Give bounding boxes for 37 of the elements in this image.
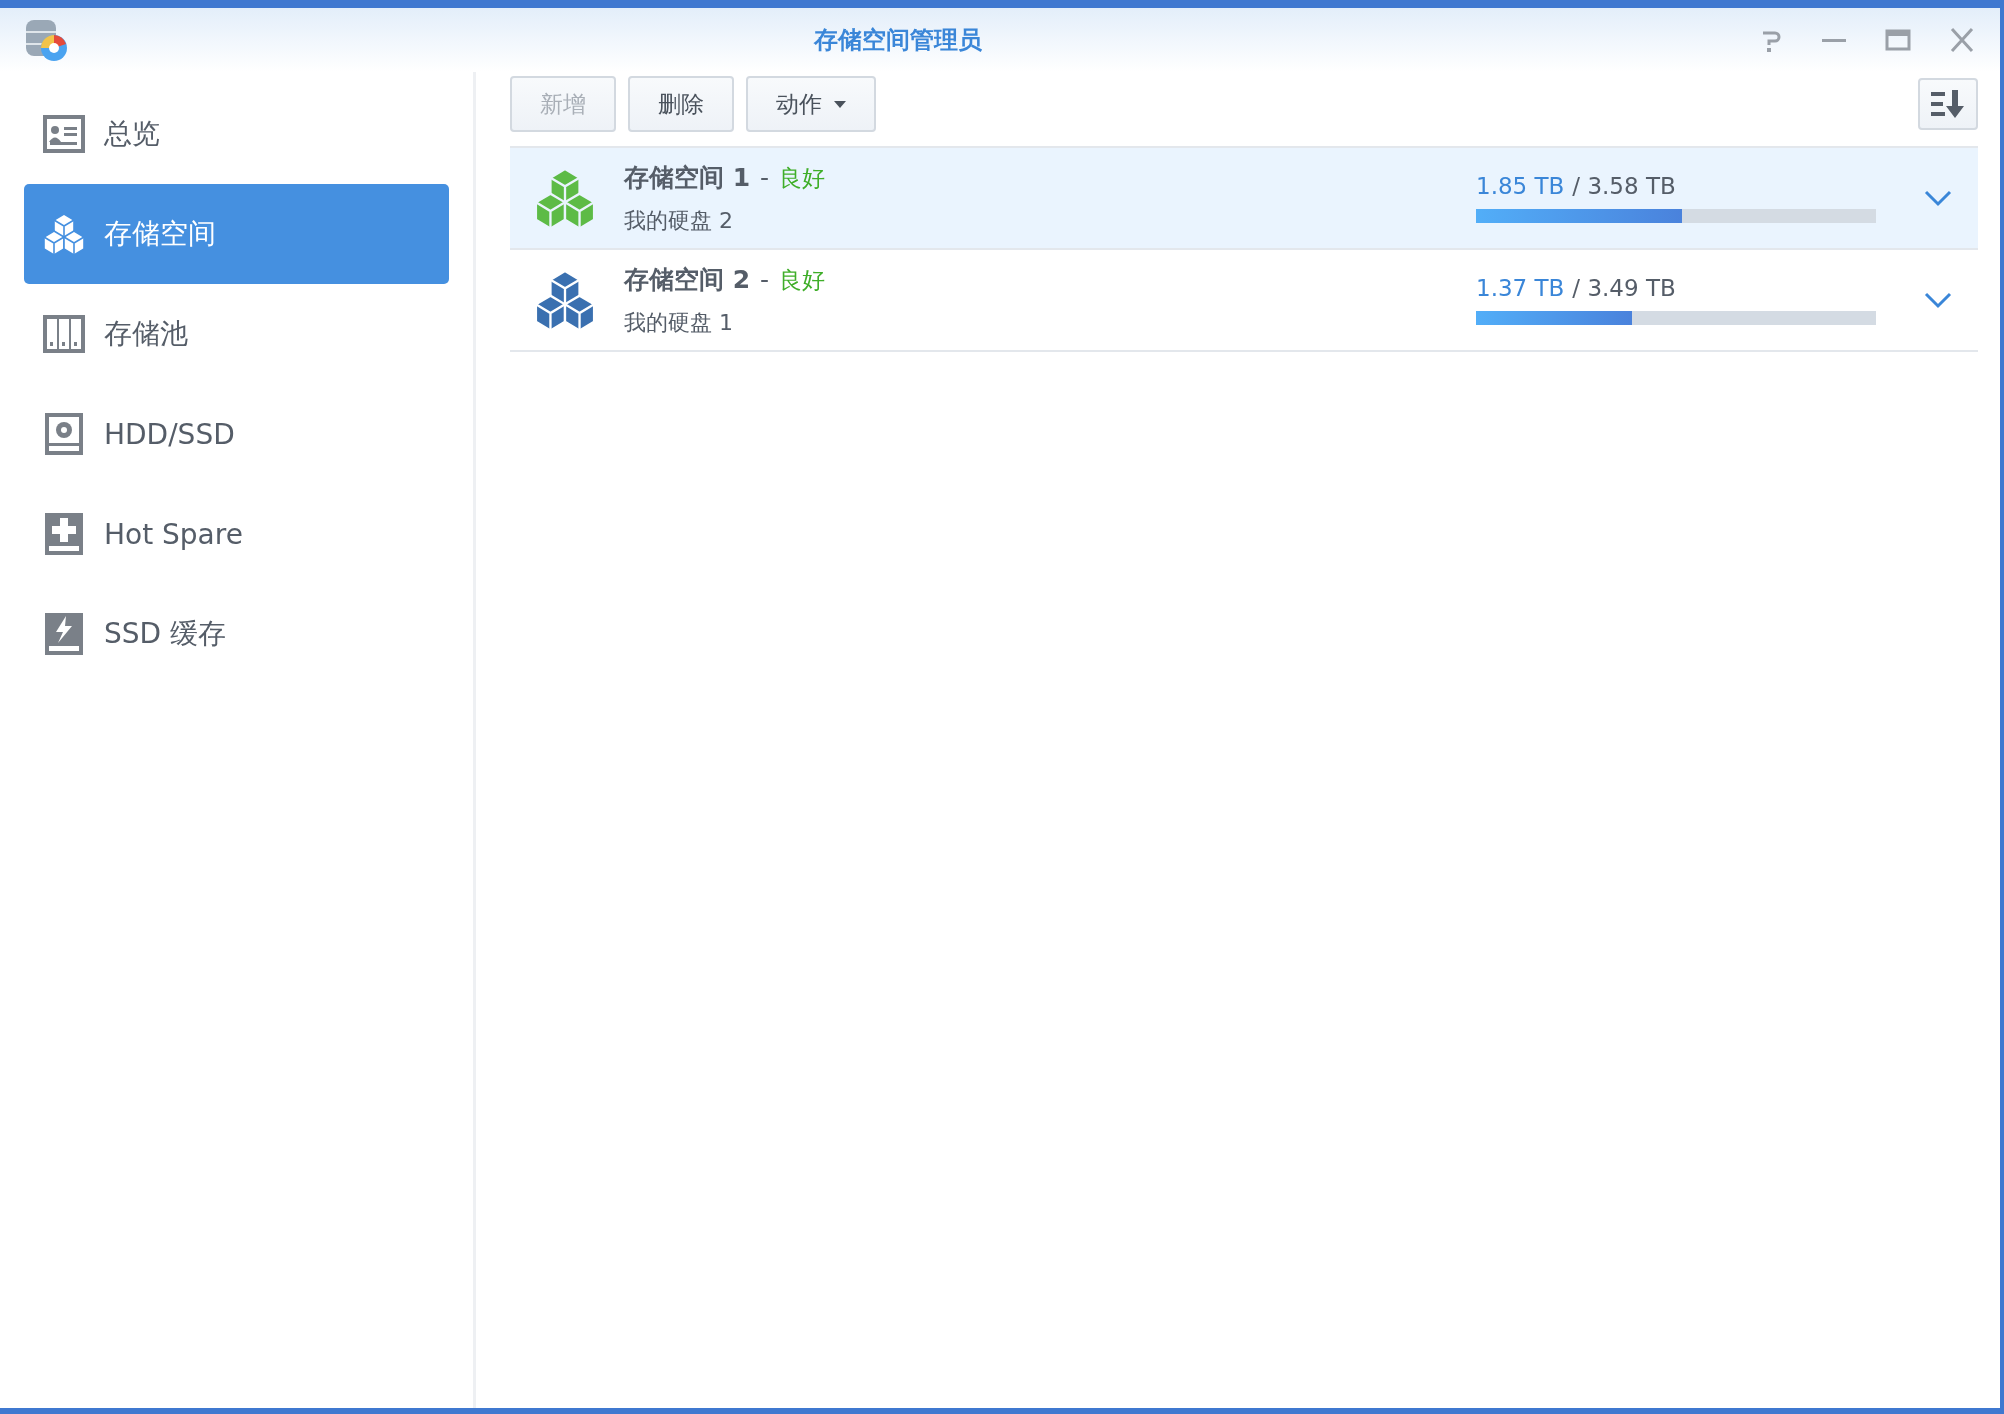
- sidebar-item[interactable]: HDD/SSD: [24, 384, 449, 484]
- sort-icon: [1931, 90, 1965, 118]
- separator: -: [760, 162, 770, 192]
- chevron-down-icon[interactable]: [1924, 189, 1952, 207]
- window-title: 存储空间管理员: [812, 25, 983, 56]
- status-label: 良好: [779, 163, 826, 193]
- plus-drive-icon: [42, 512, 86, 556]
- sidebar-item-label: 总览: [104, 116, 160, 152]
- cubes-icon: [42, 212, 86, 256]
- used-capacity: 1.85 TB: [1476, 173, 1565, 199]
- id-card-icon: [42, 112, 86, 156]
- volume-row[interactable]: 存储空间 1 - 良好 我的硬盘 2 1.85 TB / 3.58 TB: [510, 146, 1978, 248]
- sidebar-item-label: 存储空间: [104, 216, 216, 252]
- status-label: 良好: [779, 265, 826, 295]
- sidebar-item[interactable]: 存储池: [24, 284, 449, 384]
- sidebar-item[interactable]: Hot Spare: [24, 484, 449, 584]
- chevron-down-icon[interactable]: [1924, 291, 1952, 309]
- sidebar-item-label: 存储池: [104, 316, 188, 352]
- sidebar-item[interactable]: 总览: [24, 84, 449, 184]
- volume-name: 存储空间 2: [624, 263, 751, 296]
- total-capacity: / 3.58 TB: [1572, 173, 1676, 199]
- volume-name: 存储空间 1: [624, 161, 751, 194]
- drive-bays-icon: [42, 312, 86, 356]
- volume-row[interactable]: 存储空间 2 - 良好 我的硬盘 1 1.37 TB / 3.49 TB: [510, 248, 1978, 352]
- sidebar-item-label: SSD 缓存: [104, 616, 226, 652]
- used-capacity: 1.37 TB: [1476, 275, 1565, 301]
- sidebar-item-label: Hot Spare: [104, 517, 243, 551]
- toolbar-button[interactable]: 删除: [628, 76, 734, 132]
- toolbar-button[interactable]: 动作: [746, 76, 876, 132]
- sort-button[interactable]: [1918, 78, 1978, 130]
- total-capacity: / 3.49 TB: [1572, 275, 1676, 301]
- sidebar-item[interactable]: SSD 缓存: [24, 584, 449, 684]
- lightning-drive-icon: [42, 612, 86, 656]
- volume-description: 我的硬盘 1: [624, 308, 734, 337]
- sidebar-item-label: HDD/SSD: [104, 417, 235, 451]
- volume-description: 我的硬盘 2: [624, 206, 734, 235]
- separator: -: [760, 264, 770, 294]
